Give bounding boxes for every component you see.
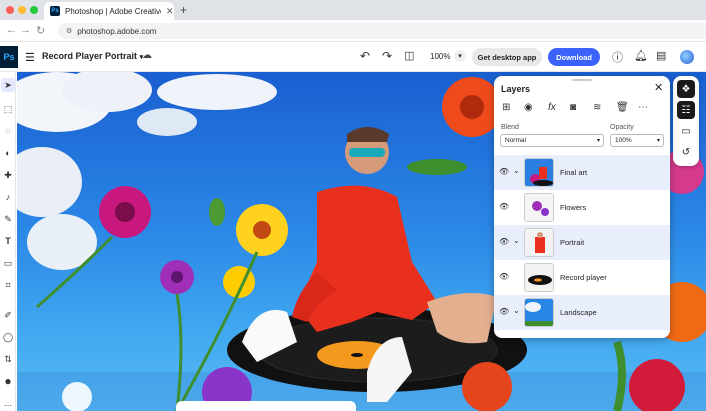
- layer-row-flowers[interactable]: 👁︎ Flowers: [494, 190, 670, 225]
- blend-mode-select[interactable]: Normal ▾: [500, 134, 604, 147]
- layer-row-portrait[interactable]: 👁︎ ⌄ Portrait: [494, 225, 670, 260]
- url-field[interactable]: ⚙ photoshop.adobe.com: [58, 23, 706, 39]
- select-icon[interactable]: ⬚: [1, 102, 15, 116]
- color-swap-icon[interactable]: ◯: [1, 330, 15, 344]
- browser-tab-bar: Ps Photoshop | Adobe Creative C ✕ +: [0, 0, 706, 20]
- left-toolbar: ➤ ⬚ ◌ ◐ ✚ ♪ ✎ T ▭ ⌗ ✐ ◯ ⇅ ● …: [0, 72, 16, 411]
- chevron-down-icon: ▾: [596, 138, 600, 144]
- color-swap-arrows-icon[interactable]: ⇅: [1, 352, 15, 366]
- menu-icon[interactable]: ☰: [25, 51, 35, 64]
- comments-icon[interactable]: ▭: [677, 122, 695, 140]
- redo-icon[interactable]: ↷: [382, 49, 392, 63]
- lasso-icon[interactable]: ◌: [1, 124, 15, 138]
- minimize-window-icon[interactable]: [18, 6, 26, 14]
- more-icon[interactable]: …: [1, 396, 15, 410]
- stamp-icon[interactable]: ♪: [1, 190, 15, 204]
- crop-icon[interactable]: ⌗: [1, 278, 15, 292]
- layer-thumbnail: [524, 193, 554, 222]
- layer-name: Landscape: [560, 308, 597, 317]
- notifications-icon[interactable]: 🔔︎: [634, 49, 648, 62]
- new-tab-button[interactable]: +: [180, 3, 187, 17]
- chevron-down-icon: ▾: [656, 138, 660, 144]
- apps-icon[interactable]: ▤: [656, 49, 666, 62]
- quick-select-icon[interactable]: ◐: [1, 146, 15, 160]
- zoom-level[interactable]: 100%: [430, 52, 450, 61]
- maximize-window-icon[interactable]: [30, 6, 38, 14]
- compare-view-icon[interactable]: ◫: [404, 49, 414, 62]
- blend-mode-value: Normal: [505, 137, 526, 144]
- layers-panel-title: Layers: [501, 84, 531, 94]
- visibility-eye-icon[interactable]: 👁︎: [499, 202, 509, 211]
- layers-icon[interactable]: ❖: [677, 80, 695, 98]
- tab-title: Photoshop | Adobe Creative C: [65, 6, 161, 16]
- healing-icon[interactable]: ✚: [1, 168, 15, 182]
- layer-row-final-art[interactable]: 👁︎ ⌄ Final art: [494, 155, 670, 190]
- layer-row-record-player[interactable]: 👁︎ Record player: [494, 260, 670, 295]
- visibility-eye-icon[interactable]: 👁︎: [499, 307, 509, 316]
- visibility-eye-icon[interactable]: 👁︎: [499, 237, 509, 246]
- photoshop-favicon-icon: Ps: [50, 6, 60, 16]
- bottom-taskbar: [176, 401, 356, 411]
- app-header: Ps ☰ Record Player Portrait ▾ ☁ ↶ ↷ ◫ 10…: [0, 42, 706, 72]
- add-layer-icon[interactable]: ⊞: [502, 102, 510, 113]
- shape-icon[interactable]: ▭: [1, 256, 15, 270]
- site-info-icon[interactable]: ⚙: [66, 27, 72, 35]
- layer-name: Final art: [560, 168, 588, 177]
- layer-thumbnail: [524, 228, 554, 257]
- type-icon[interactable]: T: [1, 234, 15, 248]
- eyedropper-icon[interactable]: ✐: [1, 308, 15, 322]
- layer-thumbnail: [524, 263, 554, 292]
- adjustments-icon[interactable]: ☷: [677, 101, 695, 119]
- zoom-dropdown-icon[interactable]: ▾: [454, 50, 466, 62]
- layer-name: Record player: [560, 273, 607, 282]
- brush-icon[interactable]: ✎: [1, 212, 15, 226]
- fx-icon[interactable]: fx: [548, 102, 556, 113]
- visibility-eye-icon[interactable]: 👁︎: [499, 272, 509, 281]
- delete-icon[interactable]: 🗑︎: [616, 102, 629, 113]
- avatar[interactable]: [680, 50, 694, 64]
- reload-icon[interactable]: ↻: [36, 24, 45, 37]
- history-icon[interactable]: ↺: [677, 143, 695, 161]
- foreground-color-icon[interactable]: ●: [1, 374, 15, 388]
- address-bar: ← → ↻ ⚙ photoshop.adobe.com: [0, 20, 706, 42]
- cloud-sync-icon[interactable]: ☁: [142, 50, 152, 61]
- panel-drag-handle[interactable]: [572, 79, 592, 81]
- back-icon[interactable]: ←: [6, 24, 17, 36]
- undo-icon[interactable]: ↶: [360, 49, 370, 63]
- opacity-value: 100%: [615, 137, 632, 144]
- layer-name: Flowers: [560, 203, 587, 212]
- close-tab-icon[interactable]: ✕: [166, 6, 174, 17]
- opacity-label: Opacity: [610, 124, 634, 131]
- layer-name: Portrait: [560, 238, 585, 247]
- help-icon[interactable]: ⓘ: [612, 49, 623, 65]
- chevron-down-icon[interactable]: ⌄: [513, 166, 520, 175]
- right-panel-rail: ❖ ☷ ▭ ↺: [673, 76, 699, 166]
- photoshop-logo[interactable]: Ps: [0, 46, 18, 68]
- get-desktop-app-button[interactable]: Get desktop app: [472, 48, 542, 66]
- layers-panel: Layers ✕ ⊞ ◉ fx ◙ ≋ 🗑︎ ⋯ Blend Normal ▾ …: [494, 76, 670, 338]
- download-button[interactable]: Download: [548, 48, 600, 66]
- chevron-down-icon[interactable]: ⌄: [513, 306, 520, 315]
- layer-mask-icon[interactable]: ◙: [570, 102, 576, 113]
- close-window-icon[interactable]: [6, 6, 14, 14]
- more-options-icon[interactable]: ⋯: [638, 102, 648, 113]
- visibility-eye-icon[interactable]: 👁︎: [499, 167, 509, 176]
- document-title[interactable]: Record Player Portrait ▾: [42, 51, 143, 61]
- blend-label: Blend: [501, 124, 519, 131]
- layer-thumbnail: [524, 158, 554, 187]
- mask-icon[interactable]: ◉: [524, 102, 533, 113]
- move-icon[interactable]: ➤: [1, 78, 15, 92]
- url-text: photoshop.adobe.com: [77, 26, 157, 36]
- layer-thumbnail: [524, 298, 554, 327]
- document-title-text: Record Player Portrait: [42, 51, 138, 61]
- stack-icon[interactable]: ≋: [593, 102, 601, 113]
- layer-row-landscape[interactable]: 👁︎ ⌄ Landscape: [494, 295, 670, 330]
- browser-tab[interactable]: Ps Photoshop | Adobe Creative C ✕: [44, 2, 174, 20]
- forward-icon[interactable]: →: [20, 24, 31, 36]
- chevron-down-icon[interactable]: ⌄: [513, 236, 520, 245]
- close-icon[interactable]: ✕: [654, 81, 663, 94]
- opacity-select[interactable]: 100% ▾: [610, 134, 664, 147]
